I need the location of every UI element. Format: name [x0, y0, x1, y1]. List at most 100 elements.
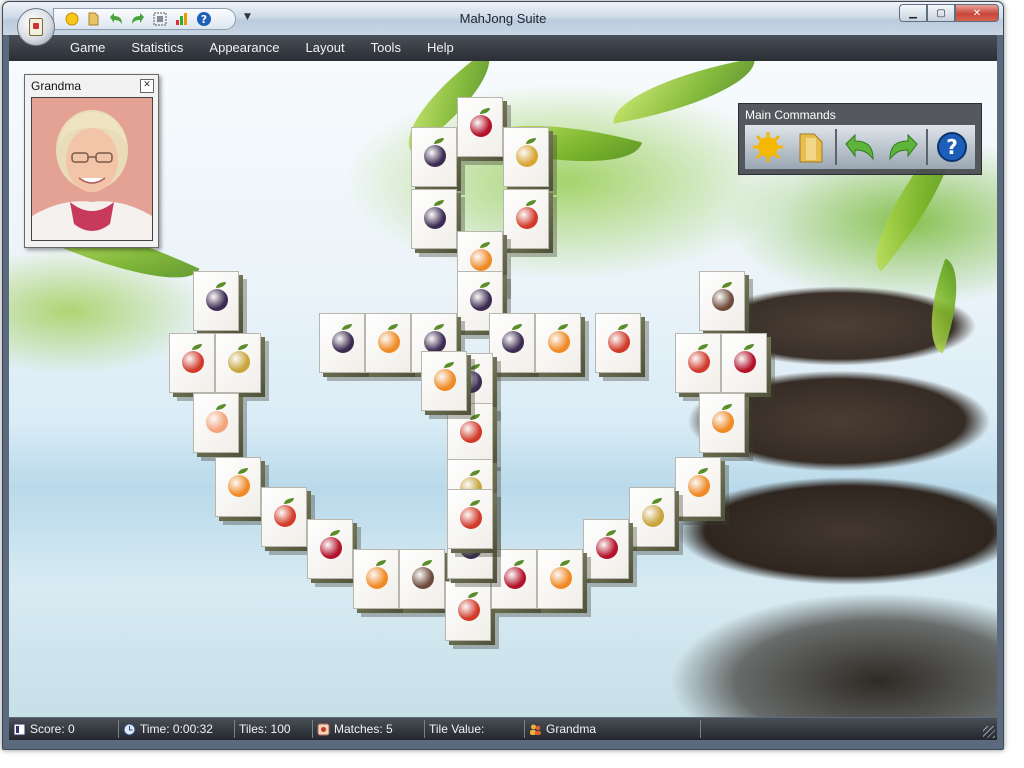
apricot-icon: [550, 567, 572, 589]
apple-icon: [274, 505, 296, 527]
mahjong-tile-apple[interactable]: [595, 313, 649, 381]
grape-icon: [424, 331, 446, 353]
score-cell: Score: 0: [9, 720, 119, 738]
game-board-area[interactable]: Grandma ✕ Main Commands ?: [9, 61, 997, 717]
grape-icon: [502, 331, 524, 353]
player-icon: [529, 723, 542, 736]
mahjong-tile-cherry[interactable]: [307, 519, 361, 587]
redo-icon: [889, 133, 918, 161]
minimize-button[interactable]: ▁: [899, 4, 927, 22]
title-bar[interactable]: ? ▼ MahJong Suite ▁ ▢ ✕: [3, 2, 1003, 46]
mahjong-tile-pineapple[interactable]: [503, 127, 557, 195]
menu-appearance[interactable]: Appearance: [196, 35, 292, 61]
open-button[interactable]: [792, 128, 831, 166]
mahjong-tile-apricot[interactable]: [699, 393, 753, 461]
score-icon: [13, 723, 26, 736]
mahjong-tile-grape[interactable]: [193, 271, 247, 339]
menu-tools[interactable]: Tools: [358, 35, 414, 61]
apricot-icon: [548, 331, 570, 353]
score-label: Score: 0: [30, 722, 75, 736]
cherry-icon: [320, 537, 342, 559]
mahjong-tile-fig[interactable]: [699, 271, 753, 339]
menu-help[interactable]: Help: [414, 35, 467, 61]
player-panel: Grandma ✕: [24, 74, 159, 248]
apple-icon: [182, 351, 204, 373]
maximize-button[interactable]: ▢: [927, 4, 955, 22]
new-game-icon: [753, 132, 784, 162]
clock-icon: [123, 723, 136, 736]
mahjong-tile-icon: [29, 18, 43, 36]
mahjong-tile-grape[interactable]: [319, 313, 373, 381]
menu-game[interactable]: Game: [57, 35, 118, 61]
redo-button[interactable]: [883, 128, 922, 166]
cherry-icon: [504, 567, 526, 589]
tiles-label: Tiles: 100: [239, 722, 291, 736]
player-cell: Grandma: [525, 720, 701, 738]
matches-cell: Matches: 5: [313, 720, 425, 738]
mahjong-tile-cherry[interactable]: [721, 333, 775, 401]
mahjong-tile-apricot[interactable]: [365, 313, 419, 381]
apple-icon: [608, 331, 630, 353]
apricot-icon: [366, 567, 388, 589]
mahjong-tile-grape[interactable]: [411, 127, 465, 195]
app-window: ? ▼ MahJong Suite ▁ ▢ ✕ Game Statistics …: [2, 1, 1004, 750]
mahjong-tile-apricot[interactable]: [353, 549, 407, 617]
window-title: MahJong Suite: [459, 11, 547, 26]
mahjong-tile-apricot[interactable]: [421, 351, 475, 419]
cherry-icon: [470, 115, 492, 137]
apple-icon: [688, 351, 710, 373]
close-player-panel-button[interactable]: ✕: [140, 79, 154, 93]
menu-statistics[interactable]: Statistics: [118, 35, 196, 61]
mahjong-tile-fig[interactable]: [399, 549, 453, 617]
menu-layout[interactable]: Layout: [293, 35, 358, 61]
grape-icon: [470, 289, 492, 311]
apple-icon: [458, 599, 480, 621]
resize-grip[interactable]: [983, 726, 995, 738]
mahjong-tile-apricot[interactable]: [535, 313, 589, 381]
mahjong-tile-apple[interactable]: [445, 581, 499, 649]
open-folder-icon: [799, 133, 823, 163]
time-cell: Time: 0:00:32: [119, 720, 235, 738]
help-icon: ?: [936, 132, 967, 162]
fig-icon: [412, 567, 434, 589]
apple-icon: [516, 207, 538, 229]
mahjong-tile-cherry[interactable]: [457, 97, 511, 165]
mahjong-tile-peach[interactable]: [193, 393, 247, 461]
mahjong-tile-apple[interactable]: [261, 487, 315, 555]
tile-value-cell: Tile Value:: [425, 720, 525, 738]
undo-icon: [845, 133, 874, 161]
mahjong-tile-apple[interactable]: [675, 333, 729, 401]
tiles-cell: Tiles: 100: [235, 720, 313, 738]
status-bar: Score: 0 Time: 0:00:32 Tiles: 100 Matche…: [9, 718, 997, 740]
mahjong-tile-apricot[interactable]: [215, 457, 269, 525]
pear-icon: [228, 351, 250, 373]
cherry-icon: [596, 537, 618, 559]
matches-icon: [317, 723, 330, 736]
grape-icon: [206, 289, 228, 311]
menu-bar: Game Statistics Appearance Layout Tools …: [9, 35, 997, 61]
close-button[interactable]: ✕: [955, 4, 999, 22]
toolbar-separator: [926, 129, 929, 165]
apricot-icon: [470, 249, 492, 271]
mahjong-tile-grape[interactable]: [411, 189, 465, 257]
undo-button[interactable]: [841, 128, 880, 166]
peach-icon: [206, 411, 228, 433]
new-game-button[interactable]: [749, 128, 788, 166]
fig-icon: [712, 289, 734, 311]
player-status-label: Grandma: [546, 722, 597, 736]
svg-text:?: ?: [946, 135, 958, 159]
player-avatar: [31, 97, 153, 241]
mahjong-tile-apricot[interactable]: [537, 549, 591, 617]
apricot-icon: [434, 369, 456, 391]
app-menu-button[interactable]: [17, 8, 55, 46]
help-button[interactable]: ?: [932, 128, 971, 166]
mahjong-tile-apple[interactable]: [169, 333, 223, 401]
matches-label: Matches: 5: [334, 722, 393, 736]
pineapple-icon: [516, 145, 538, 167]
mahjong-tile-apple[interactable]: [447, 489, 501, 557]
mahjong-tile-pear[interactable]: [215, 333, 269, 401]
apple-icon: [460, 421, 482, 443]
main-commands-title: Main Commands: [745, 108, 836, 122]
apricot-icon: [378, 331, 400, 353]
grape-icon: [424, 207, 446, 229]
